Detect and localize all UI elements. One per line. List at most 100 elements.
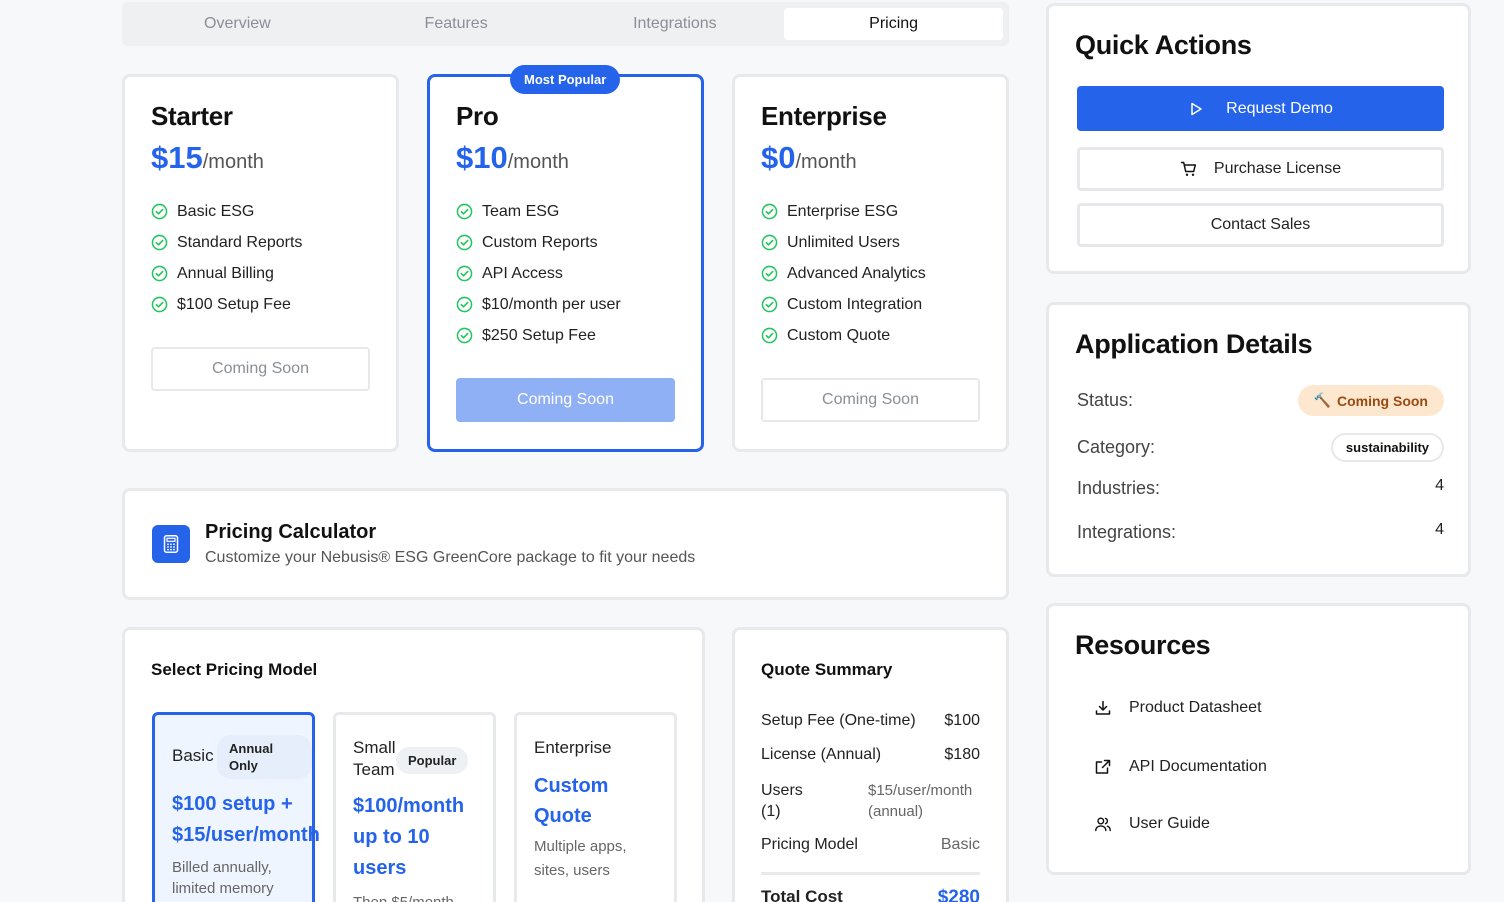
quote-row-license: License (Annual) $180 (761, 746, 980, 764)
quote-value: $180 (944, 746, 980, 763)
tab-pricing[interactable]: Pricing (784, 8, 1003, 40)
users-icon (1095, 817, 1111, 832)
resources-card: Resources Product Datasheet API Document… (1046, 603, 1471, 875)
coming-soon-button[interactable]: Coming Soon (761, 378, 980, 422)
resource-link-datasheet[interactable]: Product Datasheet (1094, 699, 1262, 717)
play-icon (1191, 102, 1202, 115)
tab-features[interactable]: Features (347, 8, 566, 40)
quote-row-users: Users (1) $15/user/month (annual) (761, 780, 980, 822)
resource-label: User Guide (1129, 815, 1210, 832)
feature-item: Advanced Analytics (761, 258, 980, 289)
pricing-option-small-team[interactable]: Small Team Popular $100/month up to 10 u… (333, 712, 496, 902)
external-link-icon (1095, 759, 1111, 774)
check-circle-icon (761, 203, 778, 220)
check-circle-icon (456, 296, 473, 313)
detail-row-industries: Industries: 4 (1077, 476, 1444, 499)
quote-label: Users (1) (761, 782, 803, 820)
plan-name: Pro (456, 101, 499, 131)
status-text: Coming Soon (1337, 392, 1428, 409)
plan-price: $10/month (456, 140, 675, 176)
option-price: $100/month up to 10 users (353, 795, 465, 879)
plan-card-pro: Most Popular Pro $10/month Team ESG Cust… (427, 65, 704, 452)
button-label: Request Demo (1226, 99, 1333, 117)
detail-label: Category: (1077, 437, 1156, 457)
feature-label: Team ESG (482, 202, 560, 220)
check-circle-icon (761, 296, 778, 313)
quote-label: Pricing Model (761, 836, 858, 853)
button-label: Purchase License (1213, 160, 1342, 177)
pricing-calculator-card: Pricing Calculator Customize your Nebusi… (122, 488, 1009, 600)
feature-label: $100 Setup Fee (177, 295, 291, 313)
feature-label: Advanced Analytics (787, 264, 926, 282)
divider (761, 872, 980, 875)
feature-item: Custom Integration (761, 289, 980, 320)
cart-icon (1180, 161, 1196, 176)
check-circle-icon (456, 203, 473, 220)
check-circle-icon (151, 203, 168, 220)
tab-overview[interactable]: Overview (128, 8, 347, 40)
plan-card-enterprise: Enterprise $0/month Enterprise ESG Unlim… (732, 74, 1009, 452)
feature-label: API Access (482, 264, 563, 282)
detail-row-status: Status: 🔨 Coming Soon (1077, 385, 1444, 416)
tab-integrations[interactable]: Integrations (566, 8, 785, 40)
plan-name: Starter (151, 101, 233, 131)
quote-title: Quote Summary (761, 660, 893, 679)
total-value: $280 (937, 887, 980, 902)
check-circle-icon (456, 327, 473, 344)
category-badge: sustainability (1330, 433, 1444, 462)
resource-link-api-docs[interactable]: API Documentation (1094, 758, 1267, 776)
contact-sales-button[interactable]: Contact Sales (1077, 203, 1444, 247)
resource-link-user-guide[interactable]: User Guide (1094, 815, 1210, 833)
coming-soon-button[interactable]: Coming Soon (456, 378, 675, 422)
price-period: /month (202, 151, 264, 173)
price-amount: $10 (456, 140, 508, 175)
check-circle-icon (151, 296, 168, 313)
detail-row-integrations: Integrations: 4 (1077, 520, 1444, 543)
price-period: /month (507, 151, 569, 173)
option-name: Enterprise (534, 738, 612, 757)
calculator-title: Pricing Calculator (205, 521, 377, 543)
quote-row-total: Total Cost $280 (761, 887, 980, 902)
annual-only-badge: Annual Only (217, 735, 312, 779)
tab-bar: Overview Features Integrations Pricing (122, 2, 1009, 46)
feature-item: Custom Quote (761, 320, 980, 351)
plan-price: $15/month (151, 140, 370, 176)
feature-list: Team ESG Custom Reports API Access $10/m… (456, 196, 675, 351)
feature-label: Enterprise ESG (787, 202, 899, 220)
quote-label: License (Annual) (761, 746, 882, 763)
section-title: Select Pricing Model (151, 660, 318, 679)
purchase-license-button[interactable]: Purchase License (1077, 147, 1444, 191)
calculator-subtitle: Customize your Nebusis® ESG GreenCore pa… (205, 549, 696, 566)
check-circle-icon (761, 265, 778, 282)
option-description: Then $5/month (353, 892, 476, 902)
popular-badge: Popular (396, 747, 469, 774)
check-circle-icon (456, 234, 473, 251)
feature-label: $250 Setup Fee (482, 326, 596, 344)
coming-soon-button[interactable]: Coming Soon (151, 347, 370, 391)
option-price: Custom Quote (534, 775, 609, 827)
feature-item: Team ESG (456, 196, 675, 227)
resources-title: Resources (1075, 630, 1211, 660)
download-icon (1095, 700, 1111, 715)
feature-item: API Access (456, 258, 675, 289)
price-amount: $0 (761, 140, 796, 175)
detail-value: 4 (1435, 476, 1444, 494)
feature-label: $10/month per user (482, 295, 621, 313)
feature-item: $100 Setup Fee (151, 289, 370, 320)
resource-label: API Documentation (1129, 758, 1267, 775)
feature-label: Basic ESG (177, 202, 255, 220)
plan-card-starter: Starter $15/month Basic ESG Standard Rep… (122, 74, 399, 452)
option-price: $100 setup + $15/user/month (172, 793, 320, 846)
most-popular-badge: Most Popular (510, 65, 621, 94)
feature-item: Standard Reports (151, 227, 370, 258)
pricing-option-basic[interactable]: Basic Annual Only $100 setup + $15/user/… (152, 712, 320, 902)
request-demo-button[interactable]: Request Demo (1077, 86, 1444, 131)
option-description: Multiple apps, sites, users (534, 838, 627, 879)
plan-name: Enterprise (761, 101, 887, 131)
feature-item: Annual Billing (151, 258, 370, 289)
feature-label: Custom Quote (787, 326, 891, 344)
price-amount: $15 (151, 140, 203, 175)
detail-value: 4 (1435, 520, 1444, 538)
quote-value: $100 (944, 712, 980, 729)
pricing-option-enterprise[interactable]: Enterprise Custom Quote Multiple apps, s… (514, 712, 677, 902)
